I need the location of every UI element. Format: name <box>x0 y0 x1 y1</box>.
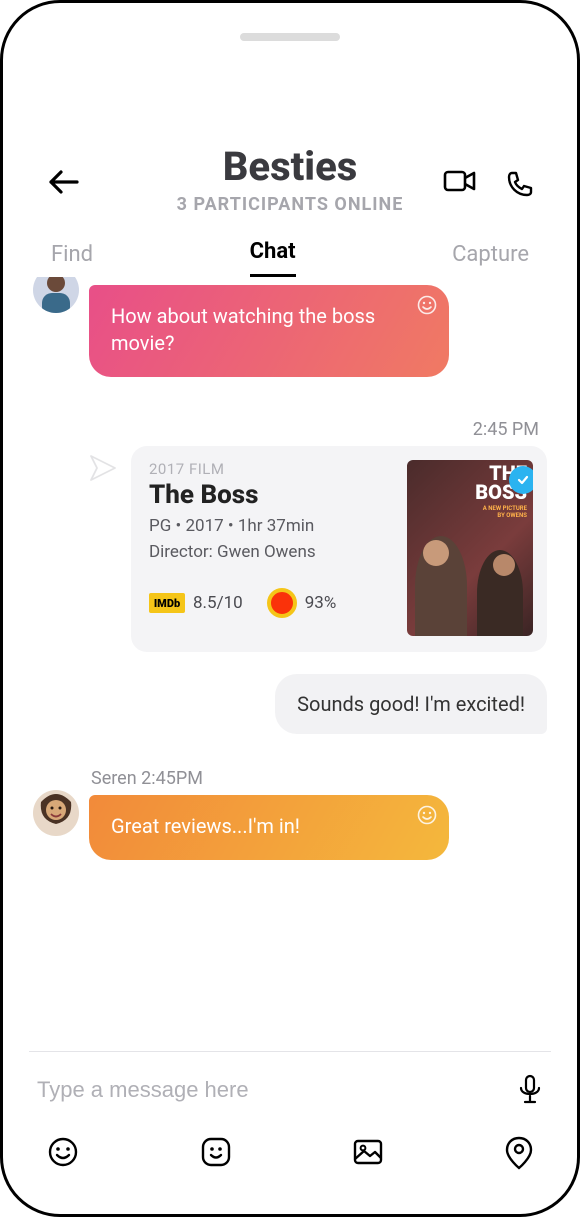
sticker-button[interactable] <box>200 1136 232 1170</box>
movie-director: Director: Gwen Owens <box>149 542 397 562</box>
movie-meta: PG • 2017 • 1hr 37min <box>149 516 397 536</box>
composer-input-row <box>37 1074 543 1106</box>
imdb-badge: IMDb <box>149 593 185 613</box>
movie-tag: 2017 FILM <box>149 460 397 478</box>
emoji-button[interactable] <box>47 1136 79 1170</box>
microphone-icon <box>517 1074 543 1106</box>
poster-check-badge <box>509 466 533 494</box>
gallery-button[interactable] <box>352 1136 384 1170</box>
message-row: How about watching the boss movie? <box>33 285 547 377</box>
avatar[interactable] <box>33 277 79 313</box>
tab-capture[interactable]: Capture <box>452 242 529 277</box>
message-sender-time: Seren 2:45PM <box>91 768 547 789</box>
imdb-rating: 8.5/10 <box>193 593 243 613</box>
poster-figures <box>407 526 533 636</box>
rt-rating: 93% <box>305 593 337 613</box>
send-icon[interactable] <box>89 454 117 482</box>
movie-card[interactable]: 2017 FILM The Boss PG • 2017 • 1hr 37min… <box>131 446 547 652</box>
tabs: Find Chat Capture <box>3 215 577 277</box>
video-call-button[interactable] <box>443 168 477 194</box>
messages-list[interactable]: How about watching the boss movie? 2:45 … <box>3 277 577 1025</box>
voice-input-button[interactable] <box>517 1074 543 1106</box>
message-row-self: Sounds good! I'm excited! <box>33 674 547 734</box>
image-icon <box>352 1136 384 1168</box>
composer-actions <box>37 1106 543 1214</box>
avatar-image <box>33 790 79 836</box>
avatar-image <box>33 277 79 313</box>
arrow-left-icon <box>47 168 81 196</box>
check-icon <box>516 473 530 487</box>
react-button[interactable] <box>417 295 437 315</box>
message-text: Great reviews...I'm in! <box>111 814 300 838</box>
poster-subtitle: A NEW PICTUREBY OWENS <box>483 506 527 519</box>
phone-icon <box>507 171 533 197</box>
smile-icon <box>47 1136 79 1168</box>
chat-title: Besties <box>3 143 577 190</box>
smile-icon <box>417 295 437 315</box>
movie-poster: THEBOSS A NEW PICTUREBY OWENS <box>407 460 533 636</box>
message-input[interactable] <box>37 1077 517 1103</box>
message-row: Seren 2:45PM Great reviews...I'm in! <box>33 768 547 860</box>
tab-chat[interactable]: Chat <box>250 239 296 277</box>
chat-header: Besties 3 PARTICIPANTS ONLINE <box>3 3 577 215</box>
message-bubble[interactable]: How about watching the boss movie? <box>89 285 449 377</box>
movie-info: 2017 FILM The Boss PG • 2017 • 1hr 37min… <box>149 460 407 636</box>
message-bubble-self[interactable]: Sounds good! I'm excited! <box>275 674 547 734</box>
sticker-icon <box>200 1136 232 1168</box>
movie-ratings: IMDb 8.5/10 93% <box>149 588 397 618</box>
message-text: Sounds good! I'm excited! <box>297 692 525 716</box>
composer <box>3 1052 577 1214</box>
smile-icon <box>417 805 437 825</box>
react-button[interactable] <box>417 805 437 825</box>
tab-find[interactable]: Find <box>51 242 93 277</box>
participants-online: 3 PARTICIPANTS ONLINE <box>3 194 577 215</box>
location-pin-icon <box>505 1136 533 1170</box>
phone-frame: Besties 3 PARTICIPANTS ONLINE Find Chat … <box>0 0 580 1217</box>
movie-card-row: 2017 FILM The Boss PG • 2017 • 1hr 37min… <box>33 446 547 652</box>
avatar[interactable] <box>33 790 79 836</box>
message-text: How about watching the boss movie? <box>111 304 375 355</box>
message-timestamp: 2:45 PM <box>33 419 547 440</box>
movie-title: The Boss <box>149 480 397 510</box>
back-button[interactable] <box>47 168 81 196</box>
voice-call-button[interactable] <box>507 171 533 197</box>
message-bubble[interactable]: Great reviews...I'm in! <box>89 795 449 860</box>
rotten-tomatoes-badge <box>267 588 297 618</box>
video-icon <box>443 168 477 194</box>
location-button[interactable] <box>505 1136 533 1170</box>
